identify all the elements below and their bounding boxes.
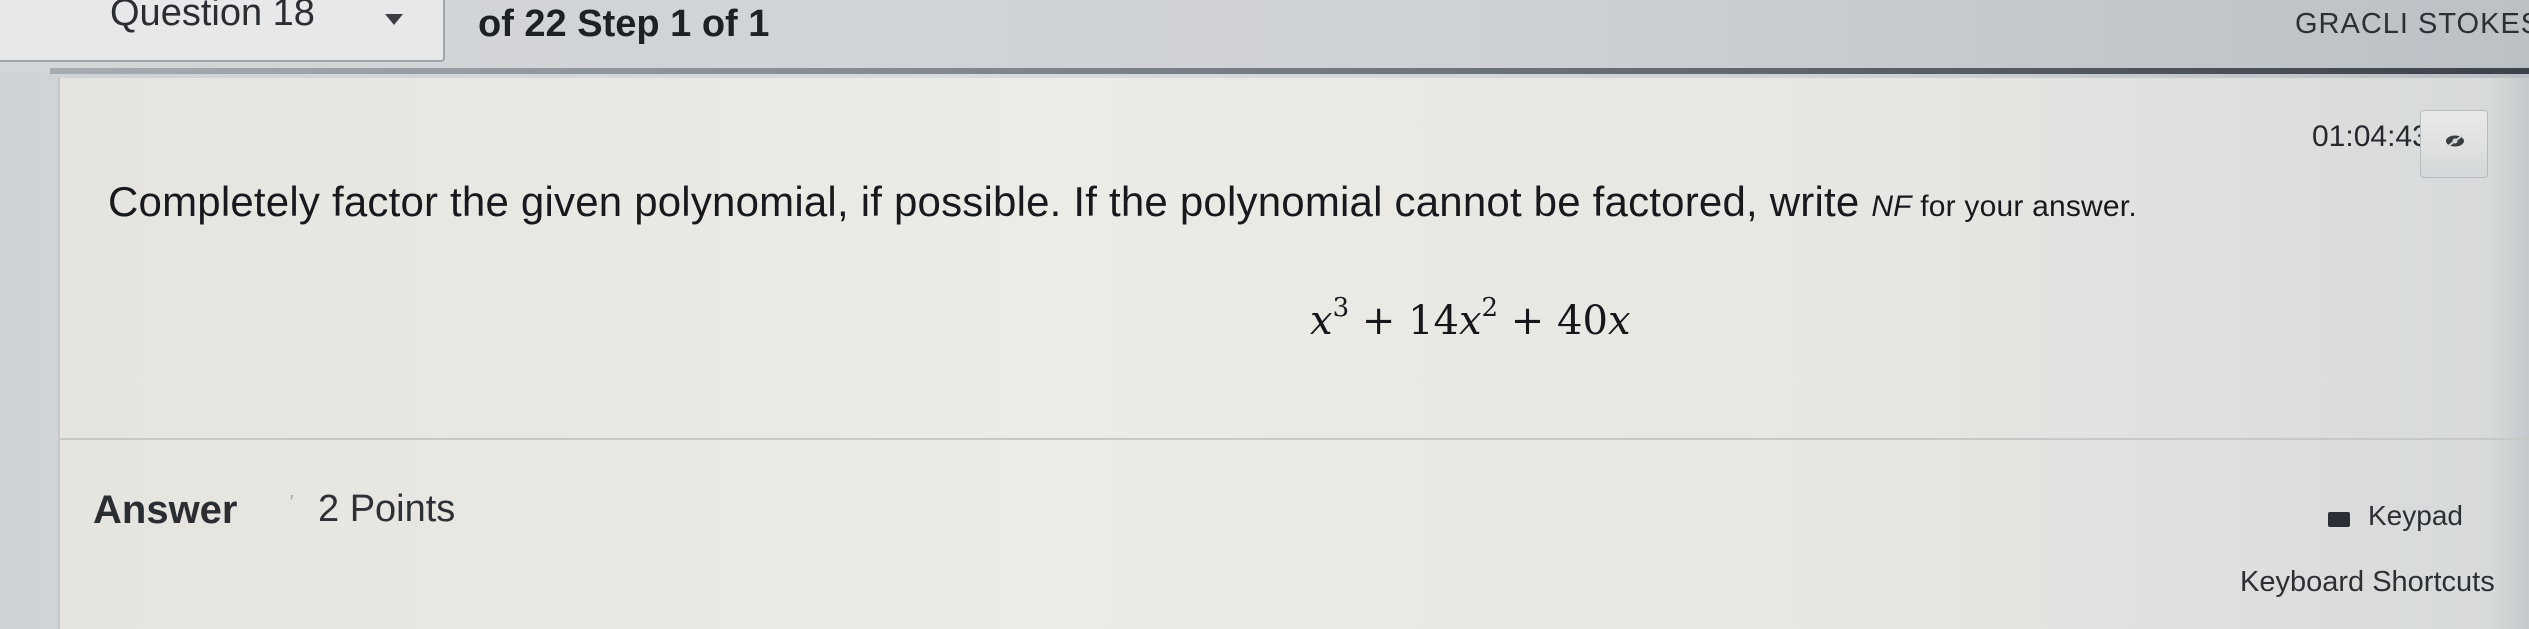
question-text-after: for your answer. [1911,190,2137,223]
answer-label: Answer [93,488,238,532]
points-value: 2 Points [318,488,456,530]
chevron-down-icon[interactable] [385,14,403,25]
header-divider [50,68,2529,74]
term1-variable: x [1310,298,1333,344]
app-window: Question 18 of 22 Step 1 of 1 GRACLI STO… [0,0,2529,629]
keypad-button[interactable]: Keypad [2328,500,2478,544]
panel-edge [2490,78,2529,629]
step-indicator: of 22 Step 1 of 1 [478,3,770,45]
eye-off-icon [2446,134,2464,148]
operator-plus-1: + [1349,298,1409,344]
term2-variable: x [1458,298,1482,344]
term2-coefficient: 14 [1408,298,1459,344]
polynomial-expression: x3 + 14x2 + 40x [1310,295,1631,344]
question-select-label: Question 18 [110,0,315,34]
term3-variable: x [1607,298,1631,344]
question-text-before: Completely factor the given polynomial, … [108,178,1872,225]
question-panel [58,78,2529,629]
term3-coefficient: 40 [1557,298,1608,344]
keypad-icon [2328,512,2350,527]
term2-exponent: 2 [1481,293,1499,323]
section-divider [58,438,2529,440]
term1-exponent: 3 [1332,293,1350,323]
operator-plus-2: + [1498,298,1558,344]
user-name: GRACLI STOKES [2295,8,2529,40]
keyboard-shortcuts-link[interactable]: Keyboard Shortcuts [2240,566,2495,599]
question-nf: NF [1871,190,1912,223]
question-prompt: Completely factor the given polynomial, … [108,178,2137,226]
separator-mark: ′ [290,492,294,512]
keypad-label: Keypad [2368,500,2463,531]
timer: 01:04:43 [2312,120,2429,153]
